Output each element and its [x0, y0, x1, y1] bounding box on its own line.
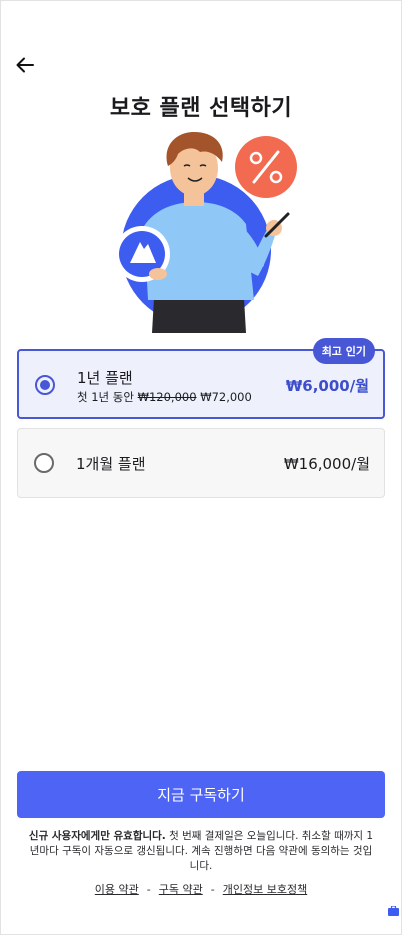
briefcase-icon[interactable] [388, 906, 399, 916]
link-separator: - [210, 883, 215, 896]
radio-unselected[interactable] [34, 453, 54, 473]
discounted-price: ₩72,000 [200, 390, 252, 404]
plan-sub-prefix: 첫 1년 동안 [77, 390, 134, 404]
page-title: 보호 플랜 선택하기 [109, 96, 293, 121]
plan-name: 1년 플랜 [77, 369, 133, 387]
subscription-notice: 신규 사용자에게만 유효합니다. 첫 번째 결제일은 오늘입니다. 취소할 때까… [28, 829, 374, 874]
original-price: ₩120,000 [137, 390, 197, 404]
plan-monthly-price: ₩16,000/월 [283, 455, 370, 473]
popular-badge: 최고 인기 [312, 338, 375, 364]
subscription-terms-link[interactable]: 구독 약관 [159, 883, 203, 896]
plan-monthly-price: ₩6,000/월 [285, 377, 369, 395]
arrow-left-icon [16, 57, 34, 73]
link-separator: - [146, 883, 151, 896]
subscribe-button[interactable]: 지금 구독하기 [17, 771, 385, 818]
privacy-policy-link[interactable]: 개인정보 보호정책 [223, 883, 307, 896]
plan-option-yearly[interactable]: 최고 인기 1년 플랜 첫 1년 동안 ₩120,000 ₩72,000 ₩6,… [17, 338, 385, 419]
terms-link[interactable]: 이용 약관 [95, 883, 139, 896]
back-button[interactable] [12, 52, 38, 78]
legal-links: 이용 약관 - 구독 약관 - 개인정보 보호정책 [0, 881, 402, 897]
percent-icon [235, 136, 297, 198]
plan-option-monthly[interactable]: 1개월 플랜 ₩16,000/월 [17, 428, 385, 498]
plan-name: 1개월 플랜 [76, 455, 146, 473]
notice-bold: 신규 사용자에게만 유효합니다. [28, 830, 166, 842]
radio-selected[interactable] [35, 375, 55, 395]
hero-illustration [114, 132, 297, 333]
plan-discount-info: 첫 1년 동안 ₩120,000 ₩72,000 [77, 389, 252, 405]
